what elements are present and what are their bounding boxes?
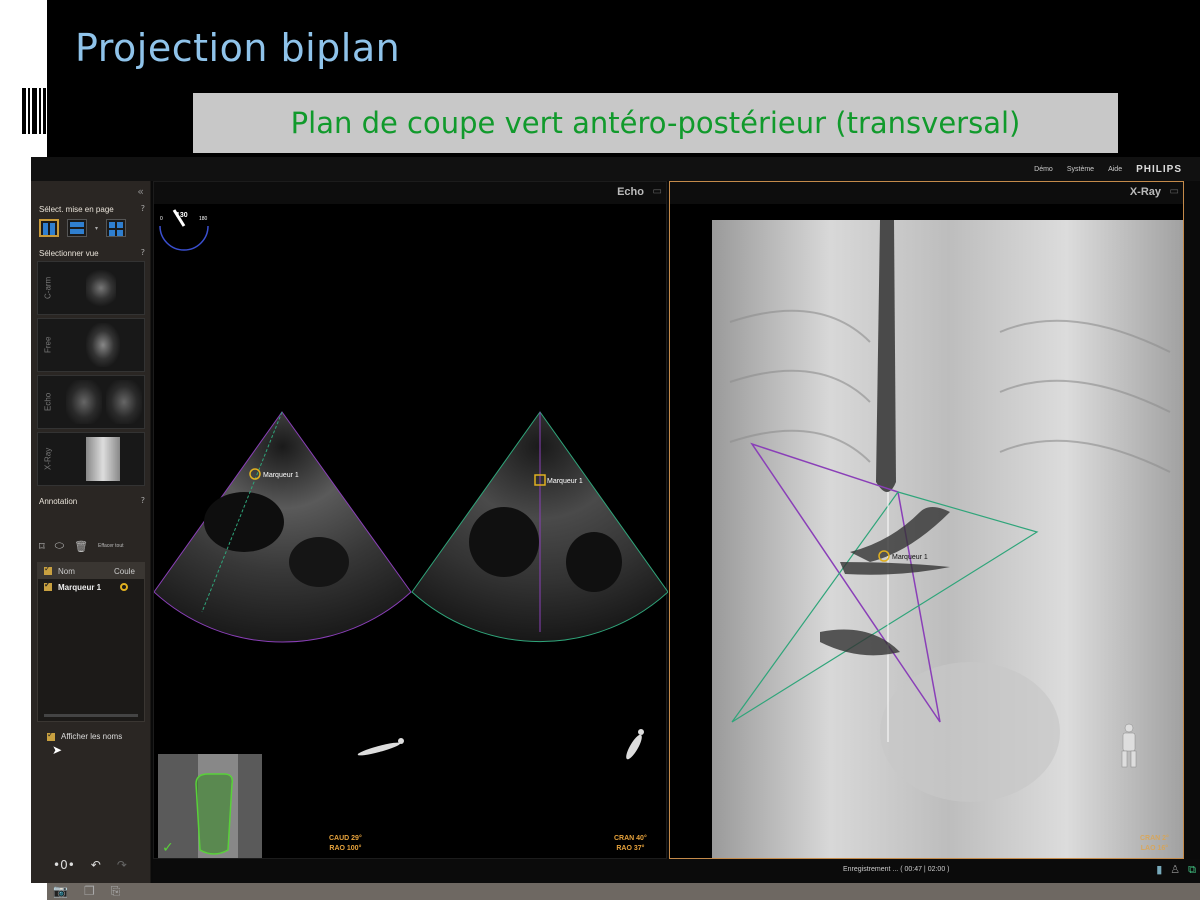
view-label-free: Free — [43, 336, 53, 354]
show-names-checkbox[interactable] — [47, 730, 55, 741]
angle-left-line2: RAO 100° — [329, 845, 362, 852]
view-label-carm: C-arm — [43, 276, 53, 300]
menu-system[interactable]: Système — [1067, 166, 1094, 173]
slide-bottom-strip — [47, 883, 1200, 900]
annotation-help-icon[interactable]: ? — [141, 496, 145, 505]
patient-orientation-icon-left — [357, 738, 404, 756]
angle-label-right: CRAN 40° RAO 37° — [614, 834, 647, 854]
annotation-section-label: Annotation — [39, 497, 78, 506]
angle-left-line1: CAUD 29° — [329, 835, 362, 842]
layout-triple-button[interactable] — [67, 219, 87, 237]
echo-panel[interactable]: Echo ▭ 0 130 180 Marqueur 1 Marqueur 1 ✓… — [153, 181, 668, 859]
angle-label-left: CAUD 29° RAO 100° — [329, 834, 362, 854]
xray-preview — [86, 437, 120, 481]
echo-sector-left: Marqueur 1 — [154, 411, 412, 643]
xray-angle-line2: LAO 16° — [1140, 845, 1169, 852]
marker-tool-icon[interactable]: ⌑ — [39, 540, 45, 553]
column-name: Nom — [58, 566, 75, 576]
annotation-table: Nom Coule Marqueur 1 — [37, 562, 145, 722]
layout-dual-button[interactable] — [39, 219, 59, 237]
show-names-label: Afficher les noms — [61, 732, 123, 741]
redo-icon[interactable]: ↷ — [117, 858, 127, 872]
collapse-sidebar-icon[interactable]: « — [137, 185, 144, 198]
export-icon[interactable]: ⎘ — [111, 884, 121, 899]
battery-icon[interactable]: ▮ — [1156, 863, 1162, 877]
xray-marker-label: Marqueur 1 — [892, 554, 928, 561]
status-bar: Enregistrement ... ( 00:47 | 02:00 ) ▮ ♙… — [153, 859, 1200, 883]
app-window: Démo Système Aide PHILIPS « Sélect. mise… — [31, 157, 1200, 898]
view-label-echo: Echo — [43, 392, 53, 412]
xray-panel[interactable]: X-Ray ▭ Marqueur 1 CRAN 2° LAO 16° — [669, 181, 1184, 859]
echo-sector-right: Marqueur 1 — [411, 411, 668, 643]
reset-view-icon[interactable]: •0• — [53, 858, 75, 872]
echo-preview-left — [66, 380, 102, 424]
show-names-toggle[interactable]: Afficher les noms — [47, 730, 123, 741]
view-help-icon[interactable]: ? — [141, 248, 145, 257]
xray-canvas: Marqueur 1 — [712, 220, 1183, 858]
angle-right-line1: CRAN 40° — [614, 835, 647, 842]
table-row[interactable]: Marqueur 1 — [38, 579, 144, 595]
marker-label-right: Marqueur 1 — [547, 478, 583, 485]
probe-thumbnail[interactable]: ✓ — [158, 754, 262, 858]
layout-section-label: Sélect. mise en page — [39, 205, 114, 214]
view-thumb-xray[interactable]: X-Ray — [37, 432, 145, 486]
view-thumb-carm[interactable]: C-arm — [37, 261, 145, 315]
annotation-tools: ⌑ ⬭ 🗑 Effacer tout — [39, 539, 124, 553]
dial-value: 130 — [176, 212, 188, 219]
bottom-tools-row2: 📷 ❐ ⎘ — [53, 884, 120, 899]
top-menu-bar: Démo Système Aide PHILIPS — [31, 157, 1200, 181]
echo-preview-right — [106, 380, 142, 424]
view-thumb-echo[interactable]: Echo — [37, 375, 145, 429]
slide-subtitle-box: Plan de coupe vert antéro-postérieur (tr… — [193, 93, 1118, 153]
abdomen-shadow — [880, 662, 1060, 802]
select-all-checkbox[interactable] — [44, 564, 52, 575]
xray-angle-label: CRAN 2° LAO 16° — [1140, 834, 1169, 854]
annotation-table-header: Nom Coule — [38, 563, 144, 579]
mouse-cursor-icon: ➤ — [52, 743, 63, 757]
carm-preview — [86, 266, 116, 310]
marker-label-left: Marqueur 1 — [263, 472, 299, 479]
dial-max: 180 — [199, 216, 208, 222]
view-thumb-free[interactable]: Free — [37, 318, 145, 372]
status-icons: ▮ ♙ ⧉ — [1156, 863, 1196, 877]
layout-quad-button[interactable] — [106, 219, 127, 237]
network-icon[interactable]: ⧉ — [1188, 863, 1196, 877]
marker-color-icon — [120, 583, 128, 591]
checkmark-icon: ✓ — [162, 840, 174, 856]
trash-icon[interactable]: 🗑 — [74, 540, 88, 553]
free-preview — [86, 323, 120, 367]
ellipse-tool-icon[interactable]: ⬭ — [55, 539, 64, 553]
undo-icon[interactable]: ↶ — [91, 858, 101, 872]
table-scrollbar[interactable] — [44, 714, 138, 717]
layout-dropdown-icon[interactable]: ▾ — [95, 225, 98, 232]
user-icon[interactable]: ♙ — [1170, 863, 1180, 877]
philips-logo: PHILIPS — [1136, 163, 1182, 175]
camera-icon[interactable]: 📷 — [53, 884, 68, 899]
recording-status: Enregistrement ... ( 00:47 | 02:00 ) — [843, 866, 950, 873]
angle-right-line2: RAO 37° — [616, 845, 645, 852]
bottom-tools-row1: •0• ↶ ↷ — [53, 858, 127, 872]
patient-orientation-icon-right — [626, 729, 644, 760]
column-color: Coule — [114, 566, 135, 576]
menu-demo[interactable]: Démo — [1034, 166, 1053, 173]
marker-name: Marqueur 1 — [58, 582, 102, 592]
slide-subtitle: Plan de coupe vert antéro-postérieur (tr… — [290, 106, 1021, 140]
layout-help-icon[interactable]: ? — [141, 204, 145, 213]
menu-help[interactable]: Aide — [1108, 166, 1122, 173]
sidebar: « Sélect. mise en page ? ▾ Sélectionner … — [31, 181, 151, 898]
rotation-dial[interactable]: 0 130 180 — [159, 209, 209, 251]
slide-title: Projection biplan — [75, 26, 401, 70]
copy-icon[interactable]: ❐ — [84, 884, 95, 899]
dial-min: 0 — [160, 216, 163, 222]
barcode-decoration — [22, 88, 48, 134]
clear-all-button[interactable]: Effacer tout — [98, 543, 123, 549]
row-checkbox[interactable] — [44, 580, 52, 591]
view-label-xray: X-Ray — [43, 447, 53, 471]
view-section-label: Sélectionner vue — [39, 249, 99, 258]
xray-angle-line1: CRAN 2° — [1140, 835, 1169, 842]
layout-buttons: ▾ — [39, 219, 127, 237]
